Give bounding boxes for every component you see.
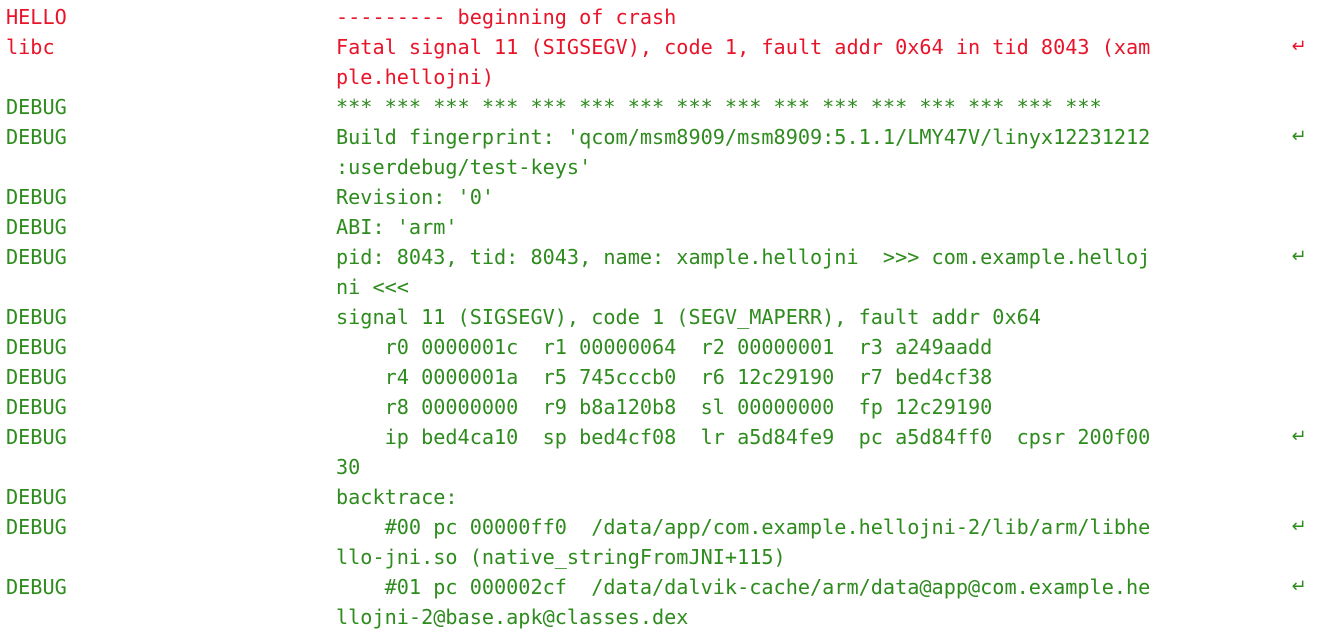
- log-line: ni <<<: [0, 272, 1332, 302]
- log-message: --------- beginning of crash: [336, 5, 677, 29]
- log-tag: DEBUG: [6, 95, 67, 119]
- log-tag: DEBUG: [6, 185, 67, 209]
- log-line: DEBUG *** *** *** *** *** *** *** *** ***…: [0, 92, 1332, 122]
- log-line: DEBUG r4 0000001a r5 745cccb0 r6 12c2919…: [0, 362, 1332, 392]
- log-message: r0 0000001c r1 00000064 r2 00000001 r3 a…: [336, 335, 993, 359]
- log-message: r8 00000000 r9 b8a120b8 sl 00000000 fp 1…: [336, 395, 993, 419]
- log-line: DEBUG backtrace:: [0, 482, 1332, 512]
- log-message: r4 0000001a r5 745cccb0 r6 12c29190 r7 b…: [336, 365, 993, 389]
- log-message: Fatal signal 11 (SIGSEGV), code 1, fault…: [336, 35, 1151, 59]
- log-line: DEBUG ABI: 'arm': [0, 212, 1332, 242]
- log-tag: DEBUG: [6, 365, 67, 389]
- log-message: #00 pc 00000ff0 /data/app/com.example.he…: [336, 515, 1151, 539]
- log-line: DEBUG #01 pc 000002cf /data/dalvik-cache…: [0, 572, 1332, 602]
- log-tag: [0, 602, 336, 630]
- log-line: DEBUG #00 pc 00000ff0 /data/app/com.exam…: [0, 512, 1332, 542]
- log-tag: DEBUG: [6, 245, 67, 269]
- log-line: DEBUG r8 00000000 r9 b8a120b8 sl 0000000…: [0, 392, 1332, 422]
- log-line: DEBUG ip bed4ca10 sp bed4cf08 lr a5d84fe…: [0, 422, 1332, 452]
- log-tag: DEBUG: [6, 575, 67, 599]
- log-tag: [0, 272, 336, 302]
- line-wrap-icon: ↵: [1291, 246, 1307, 267]
- log-message: #01 pc 000002cf /data/dalvik-cache/arm/d…: [336, 575, 1151, 599]
- log-message: :userdebug/test-keys': [336, 155, 592, 179]
- log-line: DEBUG Build fingerprint: 'qcom/msm8909/ms…: [0, 122, 1332, 152]
- log-tag: DEBUG: [6, 215, 67, 239]
- log-line: HELLO --------- beginning of crash: [0, 2, 1332, 32]
- log-line: DEBUG Revision: '0': [0, 182, 1332, 212]
- line-wrap-icon: ↵: [1291, 36, 1307, 57]
- log-tag: [0, 152, 336, 182]
- line-wrap-icon: ↵: [1291, 516, 1307, 537]
- log-message: backtrace:: [336, 485, 458, 509]
- log-tag: DEBUG: [6, 515, 67, 539]
- log-message: ABI: 'arm': [336, 215, 458, 239]
- log-line: DEBUG pid: 8043, tid: 8043, name: xample.…: [0, 242, 1332, 272]
- log-tag: DEBUG: [6, 305, 67, 329]
- log-line: llo-jni.so (native_stringFromJNI+115): [0, 542, 1332, 572]
- log-tag: DEBUG: [6, 335, 67, 359]
- log-tag: DEBUG: [6, 485, 67, 509]
- line-wrap-icon: ↵: [1291, 426, 1307, 447]
- log-line: :userdebug/test-keys': [0, 152, 1332, 182]
- log-message: llojni-2@base.apk@classes.dex: [336, 605, 689, 629]
- log-tag: [0, 542, 336, 572]
- log-line: libc Fatal signal 11 (SIGSEGV), code 1, f…: [0, 32, 1332, 62]
- log-message: ip bed4ca10 sp bed4cf08 lr a5d84fe9 pc a…: [336, 425, 1151, 449]
- log-line: 30: [0, 452, 1332, 482]
- line-wrap-icon: ↵: [1291, 576, 1307, 597]
- log-message: ni <<<: [336, 275, 409, 299]
- log-message: llo-jni.so (native_stringFromJNI+115): [336, 545, 786, 569]
- log-tag: HELLO: [6, 5, 67, 29]
- line-wrap-icon: ↵: [1291, 126, 1307, 147]
- logcat-output: HELLO --------- beginning of crash libc Fat…: [0, 0, 1332, 630]
- log-message: ple.hellojni): [336, 65, 495, 89]
- log-line: DEBUG signal 11 (SIGSEGV), code 1 (SEGV_M…: [0, 302, 1332, 332]
- log-line: ple.hellojni): [0, 62, 1332, 92]
- log-tag: DEBUG: [6, 125, 67, 149]
- log-message: signal 11 (SIGSEGV), code 1 (SEGV_MAPERR…: [336, 305, 1041, 329]
- log-tag: [0, 62, 336, 92]
- log-tag: [0, 452, 336, 482]
- log-tag: DEBUG: [6, 425, 67, 449]
- log-message: *** *** *** *** *** *** *** *** *** *** …: [336, 95, 1102, 119]
- log-message: 30: [336, 455, 361, 479]
- log-tag: DEBUG: [6, 395, 67, 419]
- log-tag: libc: [6, 35, 55, 59]
- log-message: pid: 8043, tid: 8043, name: xample.hello…: [336, 245, 1151, 269]
- log-line: llojni-2@base.apk@classes.dex: [0, 602, 1332, 630]
- log-message: Revision: '0': [336, 185, 495, 209]
- log-message: Build fingerprint: 'qcom/msm8909/msm8909…: [336, 125, 1151, 149]
- log-line: DEBUG r0 0000001c r1 00000064 r2 0000000…: [0, 332, 1332, 362]
